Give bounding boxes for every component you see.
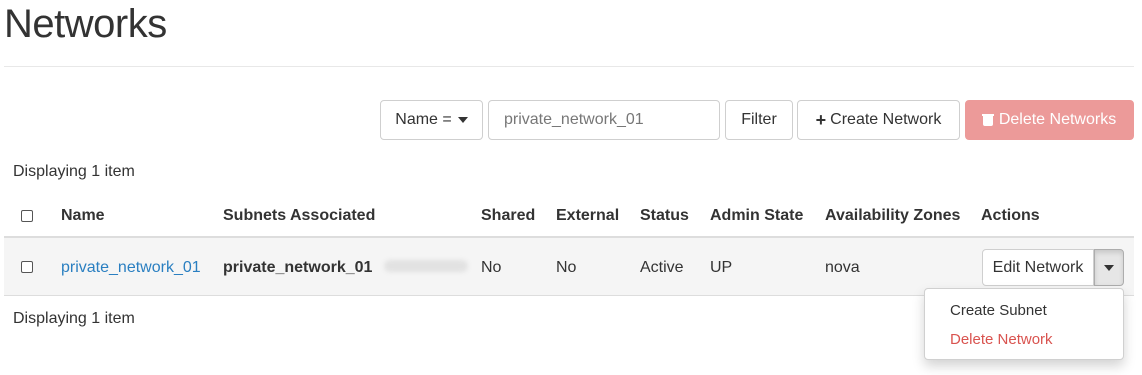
delete-networks-label: Delete Networks xyxy=(998,111,1117,128)
delete-network-menu-item[interactable]: Delete Network xyxy=(950,331,1053,348)
search-input[interactable] xyxy=(488,100,720,140)
row-checkbox[interactable] xyxy=(21,261,33,273)
column-header-subnets[interactable]: Subnets Associated xyxy=(223,207,375,225)
column-header-name[interactable]: Name xyxy=(61,207,105,225)
subnet-name: private_network_01 xyxy=(223,259,373,276)
item-count-footer: Displaying 1 item xyxy=(13,310,135,327)
status-value: Active xyxy=(640,259,684,276)
create-network-label: Create Network xyxy=(830,111,942,128)
external-value: No xyxy=(556,259,577,276)
column-header-external[interactable]: External xyxy=(556,207,619,225)
column-header-admin-state[interactable]: Admin State xyxy=(710,207,803,225)
filter-button[interactable]: Filter xyxy=(725,100,793,140)
shared-value: No xyxy=(481,259,502,276)
select-all-checkbox[interactable] xyxy=(21,210,33,222)
page-title: Networks xyxy=(4,2,167,46)
plus-icon: + xyxy=(815,110,827,130)
trash-icon xyxy=(981,114,994,126)
title-divider xyxy=(4,66,1134,67)
delete-networks-button[interactable]: Delete Networks xyxy=(965,100,1134,140)
row-actions-toggle[interactable] xyxy=(1094,249,1124,286)
admin-state-value: UP xyxy=(710,259,733,276)
column-header-availability-zones[interactable]: Availability Zones xyxy=(825,207,960,225)
edit-network-button[interactable]: Edit Network xyxy=(982,249,1094,286)
row-actions-menu: Create Subnet Delete Network xyxy=(924,288,1124,360)
column-header-actions: Actions xyxy=(981,207,1040,224)
item-count: Displaying 1 item xyxy=(13,163,135,180)
redacted-subnet-cidr xyxy=(384,260,468,272)
availability-zone-value: nova xyxy=(825,259,860,276)
filter-field-label: Name = xyxy=(395,111,452,128)
filter-field-select[interactable]: Name = xyxy=(380,100,483,140)
create-subnet-menu-item[interactable]: Create Subnet xyxy=(950,302,1047,319)
chevron-down-icon xyxy=(457,117,468,123)
column-header-status[interactable]: Status xyxy=(640,207,689,225)
create-network-button[interactable]: + Create Network xyxy=(797,100,960,140)
chevron-down-icon xyxy=(1104,264,1114,271)
table-header: Name Subnets Associated Shared External … xyxy=(4,196,1134,238)
column-header-shared[interactable]: Shared xyxy=(481,207,535,225)
network-name-link[interactable]: private_network_01 xyxy=(61,259,201,277)
